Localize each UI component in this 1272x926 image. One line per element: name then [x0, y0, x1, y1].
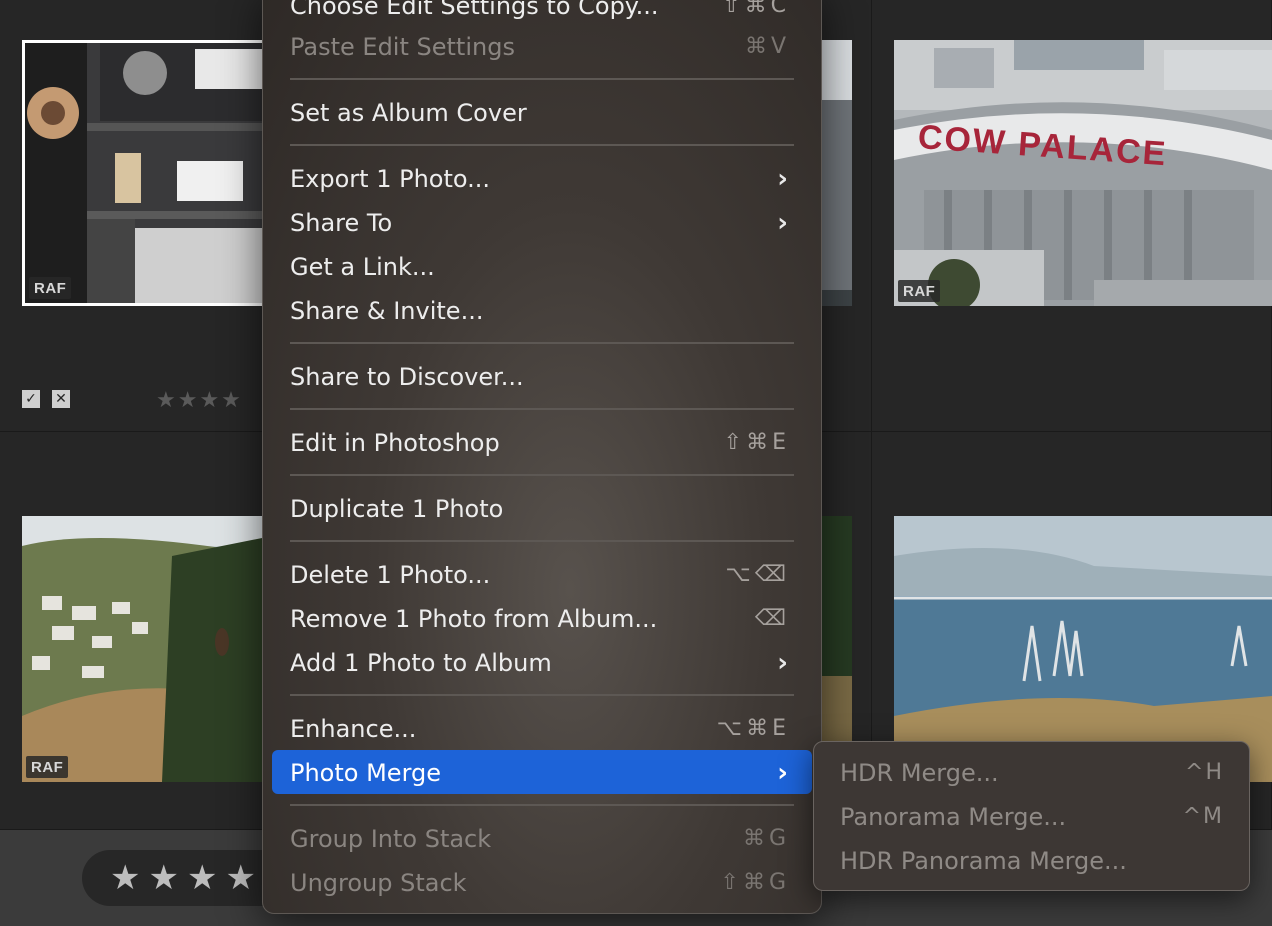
menu-item-label: Share & Invite...: [290, 297, 484, 325]
menu-item-shortcut: ⇧⌘C: [722, 0, 790, 18]
menu-item-label: Ungroup Stack: [290, 869, 467, 897]
photo-thumbnail-cow-palace[interactable]: COW PALACE RAF: [894, 40, 1272, 306]
menu-separator: [290, 408, 794, 410]
menu-item-label: Get a Link...: [290, 253, 435, 281]
submenu-item-label: HDR Merge...: [840, 759, 999, 787]
menu-item-shortcut: ⌥⌫: [725, 562, 790, 587]
menu-separator: [290, 342, 794, 344]
reject-flag-icon[interactable]: ✕: [52, 390, 70, 408]
menu-item-enhance[interactable]: Enhance... ⌥⌘E: [290, 709, 790, 749]
menu-item-add-to-album[interactable]: Add 1 Photo to Album ›: [290, 643, 790, 683]
menu-item-set-album-cover[interactable]: Set as Album Cover: [290, 93, 790, 133]
menu-item-label: Share To: [290, 209, 393, 237]
menu-item-choose-edit-settings[interactable]: Choose Edit Settings to Copy... ⇧⌘C: [290, 0, 790, 26]
photo-rating-stars[interactable]: ★★★★: [156, 388, 243, 413]
menu-item-label: Paste Edit Settings: [290, 33, 515, 61]
chevron-right-icon: ›: [777, 648, 788, 678]
menu-item-label: Duplicate 1 Photo: [290, 495, 504, 523]
menu-item-shortcut: ⇧⌘E: [723, 430, 790, 455]
menu-item-shortcut: ⌥⌘E: [716, 716, 790, 741]
menu-item-label: Add 1 Photo to Album: [290, 649, 552, 677]
menu-separator: [290, 694, 794, 696]
photo-image: [22, 516, 272, 782]
menu-item-label: Photo Merge: [290, 759, 442, 787]
chevron-right-icon: ›: [777, 164, 788, 194]
submenu-item-hdr-merge[interactable]: HDR Merge... ^H: [840, 753, 1224, 793]
menu-item-label: Edit in Photoshop: [290, 429, 500, 457]
menu-item-share-invite[interactable]: Share & Invite...: [290, 291, 790, 331]
flag-controls: ✓ ✕: [22, 390, 70, 408]
menu-item-share-to-discover[interactable]: Share to Discover...: [290, 357, 790, 397]
menu-separator: [290, 540, 794, 542]
photo-thumbnail-hillside-hawk[interactable]: RAF: [22, 516, 272, 782]
menu-item-label: Export 1 Photo...: [290, 165, 491, 193]
menu-item-shortcut: ⌘V: [744, 34, 790, 59]
raw-format-badge: RAF: [898, 280, 941, 302]
menu-item-label: Group Into Stack: [290, 825, 492, 853]
menu-item-remove-from-album[interactable]: Remove 1 Photo from Album... ⌫: [290, 599, 790, 639]
menu-item-shortcut: ⌫: [754, 606, 790, 631]
photo-image: [894, 40, 1272, 306]
menu-item-ungroup-stack[interactable]: Ungroup Stack ⇧⌘G: [290, 863, 790, 903]
submenu-item-shortcut: ^H: [1185, 760, 1224, 785]
menu-item-export[interactable]: Export 1 Photo... ›: [290, 159, 790, 199]
photo-image: [25, 43, 269, 303]
menu-item-label: Enhance...: [290, 715, 417, 743]
menu-item-duplicate-photo[interactable]: Duplicate 1 Photo: [290, 489, 790, 529]
menu-item-get-link[interactable]: Get a Link...: [290, 247, 790, 287]
photo-thumbnail-speaker-shelf[interactable]: RAF: [22, 40, 272, 306]
menu-item-label: Delete 1 Photo...: [290, 561, 491, 589]
menu-item-shortcut: ⇧⌘G: [720, 870, 790, 895]
menu-item-edit-in-photoshop[interactable]: Edit in Photoshop ⇧⌘E: [290, 423, 790, 463]
menu-item-label: Remove 1 Photo from Album...: [290, 605, 658, 633]
rating-stars[interactable]: ★★★★: [110, 858, 264, 898]
menu-separator: [290, 144, 794, 146]
menu-item-photo-merge[interactable]: Photo Merge ›: [290, 753, 790, 793]
submenu-item-shortcut: ^M: [1182, 804, 1224, 829]
menu-separator: [290, 78, 794, 80]
menu-separator: [290, 804, 794, 806]
pick-flag-icon[interactable]: ✓: [22, 390, 40, 408]
submenu-item-label: HDR Panorama Merge...: [840, 847, 1127, 875]
chevron-right-icon: ›: [777, 758, 788, 788]
menu-item-shortcut: ⌘G: [742, 826, 790, 851]
raw-format-badge: RAF: [26, 756, 69, 778]
chevron-right-icon: ›: [777, 208, 788, 238]
menu-item-group-into-stack[interactable]: Group Into Stack ⌘G: [290, 819, 790, 859]
raw-format-badge: RAF: [29, 277, 72, 299]
submenu-item-label: Panorama Merge...: [840, 803, 1067, 831]
submenu-item-hdr-panorama-merge[interactable]: HDR Panorama Merge...: [840, 841, 1224, 881]
menu-item-paste-edit-settings[interactable]: Paste Edit Settings ⌘V: [290, 27, 790, 67]
menu-item-label: Set as Album Cover: [290, 99, 527, 127]
menu-item-label: Choose Edit Settings to Copy...: [290, 0, 659, 20]
menu-item-label: Share to Discover...: [290, 363, 524, 391]
menu-item-delete-photo[interactable]: Delete 1 Photo... ⌥⌫: [290, 555, 790, 595]
menu-separator: [290, 474, 794, 476]
menu-item-share-to[interactable]: Share To ›: [290, 203, 790, 243]
submenu-item-panorama-merge[interactable]: Panorama Merge... ^M: [840, 797, 1224, 837]
